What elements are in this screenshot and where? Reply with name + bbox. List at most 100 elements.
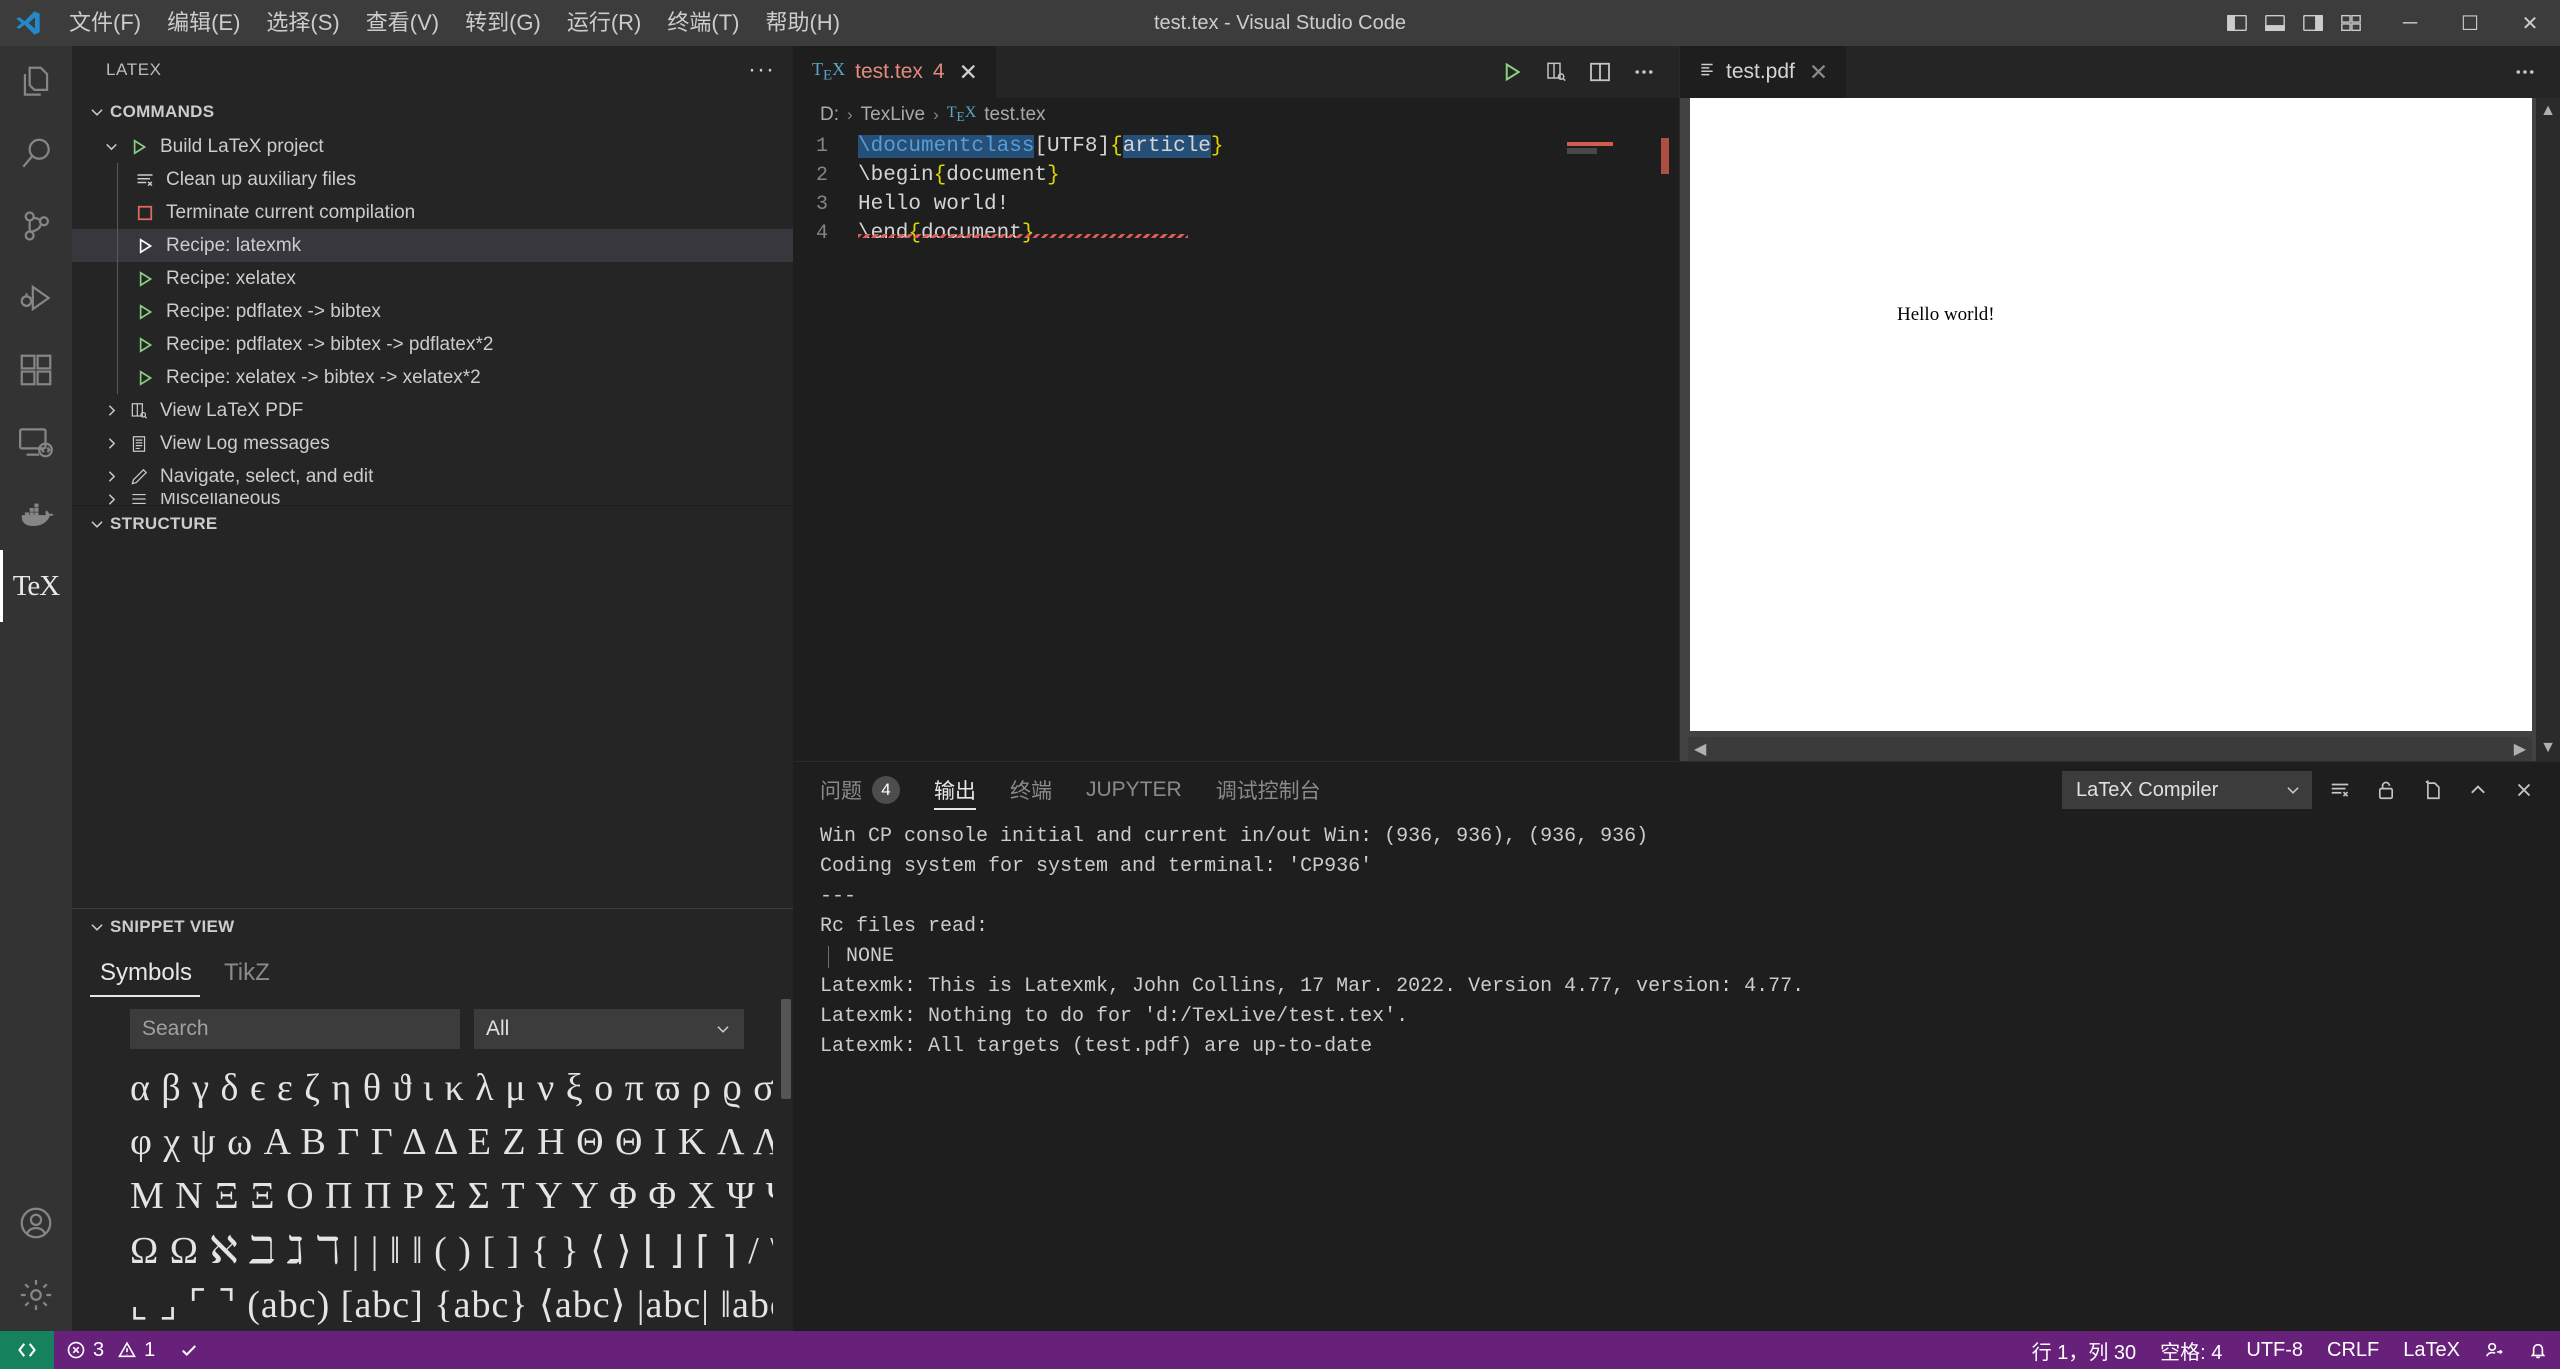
snippet-tab-tikz[interactable]: TikZ [214,951,292,997]
tree-item-recipe-pdflatex-bibtex[interactable]: Recipe: pdflatex -> bibtex [72,295,793,328]
symbol-row[interactable]: Ω Ω ℵ ℶ ℷ ℸ | | ‖ ‖ ( ) [ ] { } ⟨ ⟩ ⌊ ⌋ … [130,1223,773,1277]
menu-go[interactable]: 转到(G) [452,0,554,46]
split-editor-icon[interactable] [1581,53,1619,91]
scroll-right-icon[interactable]: ▶ [2508,739,2532,759]
menu-selection[interactable]: 选择(S) [253,0,352,46]
menu-help[interactable]: 帮助(H) [752,0,853,46]
tree-item-recipe-pdflatex-bibtex-pdflatex2[interactable]: Recipe: pdflatex -> bibtex -> pdflatex*2 [72,328,793,361]
tree-item-terminate-current-compilation[interactable]: Terminate current compilation [72,196,793,229]
activity-latex[interactable]: TeX [0,550,72,622]
toggle-secondary-sidebar-icon[interactable] [2294,0,2332,46]
tree-item-recipe-latexmk[interactable]: Recipe: latexmk [72,229,793,262]
tree-item-recipe-xelatex[interactable]: Recipe: xelatex [72,262,793,295]
view-latex-pdf-icon[interactable] [1537,53,1575,91]
symbol-row[interactable]: ⌞ ⌟ ⌜ ⌝ (abc) [abc] {abc} ⟨abc⟩ |abc| ‖a… [130,1277,773,1331]
symbol-row[interactable]: α β γ δ ϵ ε ζ η θ ϑ ι κ λ μ ν ξ ο π ϖ ρ … [130,1061,773,1115]
tab-test-tex[interactable]: TEX test.tex 4 ✕ [794,46,996,98]
activity-extensions[interactable] [0,334,72,406]
tree-item-view-latex-pdf[interactable]: View LaTeX PDF [72,394,793,427]
window-maximize-button[interactable]: ☐ [2440,0,2500,46]
activity-settings[interactable] [0,1259,72,1331]
feedback-status[interactable] [2472,1331,2516,1369]
indentation-status[interactable]: 空格: 4 [2148,1331,2234,1369]
activity-explorer[interactable] [0,46,72,118]
language-mode-status[interactable]: LaTeX [2391,1331,2472,1369]
toggle-panel-icon[interactable] [2256,0,2294,46]
scroll-left-icon[interactable]: ◀ [1688,739,1712,759]
window-minimize-button[interactable]: ─ [2380,0,2440,46]
cursor-position-status[interactable]: 行 1，列 30 [2020,1331,2148,1369]
activity-remote-explorer[interactable] [0,406,72,478]
activity-search[interactable] [0,118,72,190]
tree-item-miscellaneous[interactable]: Miscellaneous [72,493,793,505]
chevron-right-icon[interactable] [98,402,124,419]
breadcrumb-item-drive[interactable]: D: [820,104,839,126]
menu-run[interactable]: 运行(R) [554,0,655,46]
more-actions-icon[interactable] [2506,53,2544,91]
minimap[interactable] [1547,132,1657,761]
snippet-tab-symbols[interactable]: Symbols [90,951,214,997]
activity-accounts[interactable] [0,1187,72,1259]
structure-tree[interactable] [72,541,793,908]
section-structure-header[interactable]: STRUCTURE [72,505,793,541]
tab-terminal[interactable]: 终端 [1010,762,1052,818]
activity-run-debug[interactable] [0,262,72,334]
open-in-editor-icon[interactable] [2414,772,2450,808]
pdf-viewer[interactable]: Hello world! ▲ ▼ ◀ ▶ [1680,98,2560,761]
problems-status[interactable]: 3 1 [54,1331,167,1369]
customize-layout-icon[interactable] [2332,0,2370,46]
pdf-vertical-scrollbar[interactable]: ▲ ▼ [2536,98,2560,761]
menu-view[interactable]: 查看(V) [353,0,452,46]
snippet-scrollbar[interactable] [781,999,791,1099]
symbol-row[interactable]: φ χ ψ ω A B Γ Γ Δ Δ E Z H Θ Θ I K Λ Λ [130,1115,773,1169]
tree-item-clean-up-auxiliary-files[interactable]: Clean up auxiliary files [72,163,793,196]
tree-item-recipe-xelatex-bibtex-xelatex2[interactable]: Recipe: xelatex -> bibtex -> xelatex*2 [72,361,793,394]
symbol-row[interactable]: M N Ξ Ξ O Π Π P Σ Σ T Υ Υ Φ Φ X Ψ Ψ [130,1169,773,1223]
toggle-primary-sidebar-icon[interactable] [2218,0,2256,46]
pdf-horizontal-scrollbar[interactable]: ◀ ▶ [1688,737,2532,761]
breadcrumb-item-folder[interactable]: TexLive [861,104,925,126]
tree-item-build-latex-project[interactable]: Build LaTeX project [72,130,793,163]
clear-output-icon[interactable] [2322,772,2358,808]
menu-file[interactable]: 文件(F) [56,0,154,46]
encoding-status[interactable]: UTF-8 [2234,1331,2315,1369]
tab-test-pdf[interactable]: test.pdf ✕ [1680,46,1847,98]
build-latex-project-icon[interactable] [1493,53,1531,91]
notifications-status[interactable] [2516,1331,2560,1369]
close-icon[interactable]: ✕ [955,59,982,86]
more-actions-icon[interactable] [1625,53,1663,91]
snippet-search-input[interactable] [130,1009,460,1049]
activity-docker[interactable] [0,478,72,550]
unlock-scroll-icon[interactable] [2368,772,2404,808]
remote-window-indicator[interactable] [0,1331,54,1369]
overview-ruler[interactable] [1669,132,1679,761]
tree-item-navigate-select-edit[interactable]: Navigate, select, and edit [72,460,793,493]
chevron-right-icon[interactable] [98,468,124,485]
pdf-page[interactable]: Hello world! [1690,98,2532,731]
symbol-grid[interactable]: α β γ δ ϵ ε ζ η θ ϑ ι κ λ μ ν ξ ο π ϖ ρ … [72,1055,793,1331]
tab-debug-console[interactable]: 调试控制台 [1216,762,1321,818]
close-panel-icon[interactable] [2506,772,2542,808]
scroll-down-icon[interactable]: ▼ [2540,735,2556,761]
tab-output[interactable]: 输出 [934,762,976,818]
sidebar-more-actions-icon[interactable]: ··· [748,56,775,84]
chevron-right-icon[interactable] [98,435,124,452]
build-status[interactable] [167,1331,211,1369]
snippet-category-select[interactable]: All [474,1009,744,1049]
window-close-button[interactable]: ✕ [2500,0,2560,46]
tree-item-view-log-messages[interactable]: View Log messages [72,427,793,460]
chevron-right-icon[interactable] [98,493,124,505]
maximize-panel-icon[interactable] [2460,772,2496,808]
breadcrumb-item-file[interactable]: test.tex [984,104,1045,126]
activity-source-control[interactable] [0,190,72,262]
code-editor[interactable]: 1 \documentclass[UTF8]{article} 2 \begin… [794,132,1679,761]
output-channel-select[interactable]: LaTeX Compiler [2062,771,2312,809]
chevron-down-icon[interactable] [98,138,124,155]
menu-terminal[interactable]: 终端(T) [654,0,752,46]
tab-jupyter[interactable]: JUPYTER [1086,762,1182,818]
section-snippet-header[interactable]: SNIPPET VIEW [72,909,793,945]
eol-status[interactable]: CRLF [2315,1331,2391,1369]
tab-problems[interactable]: 问题 4 [820,762,900,818]
close-icon[interactable]: ✕ [1805,59,1832,86]
menu-edit[interactable]: 编辑(E) [154,0,253,46]
